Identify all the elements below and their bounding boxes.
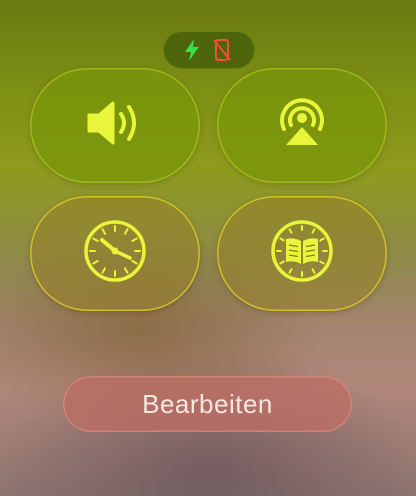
airplay-audio-icon: [270, 91, 334, 160]
clock-button[interactable]: [30, 196, 200, 311]
charging-bolt-icon: [183, 38, 201, 67]
book-icon: [269, 218, 335, 289]
clock-icon: [82, 218, 148, 289]
volume-control-button[interactable]: [30, 68, 200, 183]
edit-button-label: Bearbeiten: [142, 388, 273, 419]
speaker-volume-icon: [83, 98, 147, 153]
status-indicator-pill: [163, 31, 255, 69]
phone-disconnected-icon: [213, 38, 231, 67]
edit-button[interactable]: Bearbeiten: [63, 376, 352, 432]
book-button[interactable]: [217, 196, 387, 311]
airplay-audio-button[interactable]: [217, 68, 387, 183]
